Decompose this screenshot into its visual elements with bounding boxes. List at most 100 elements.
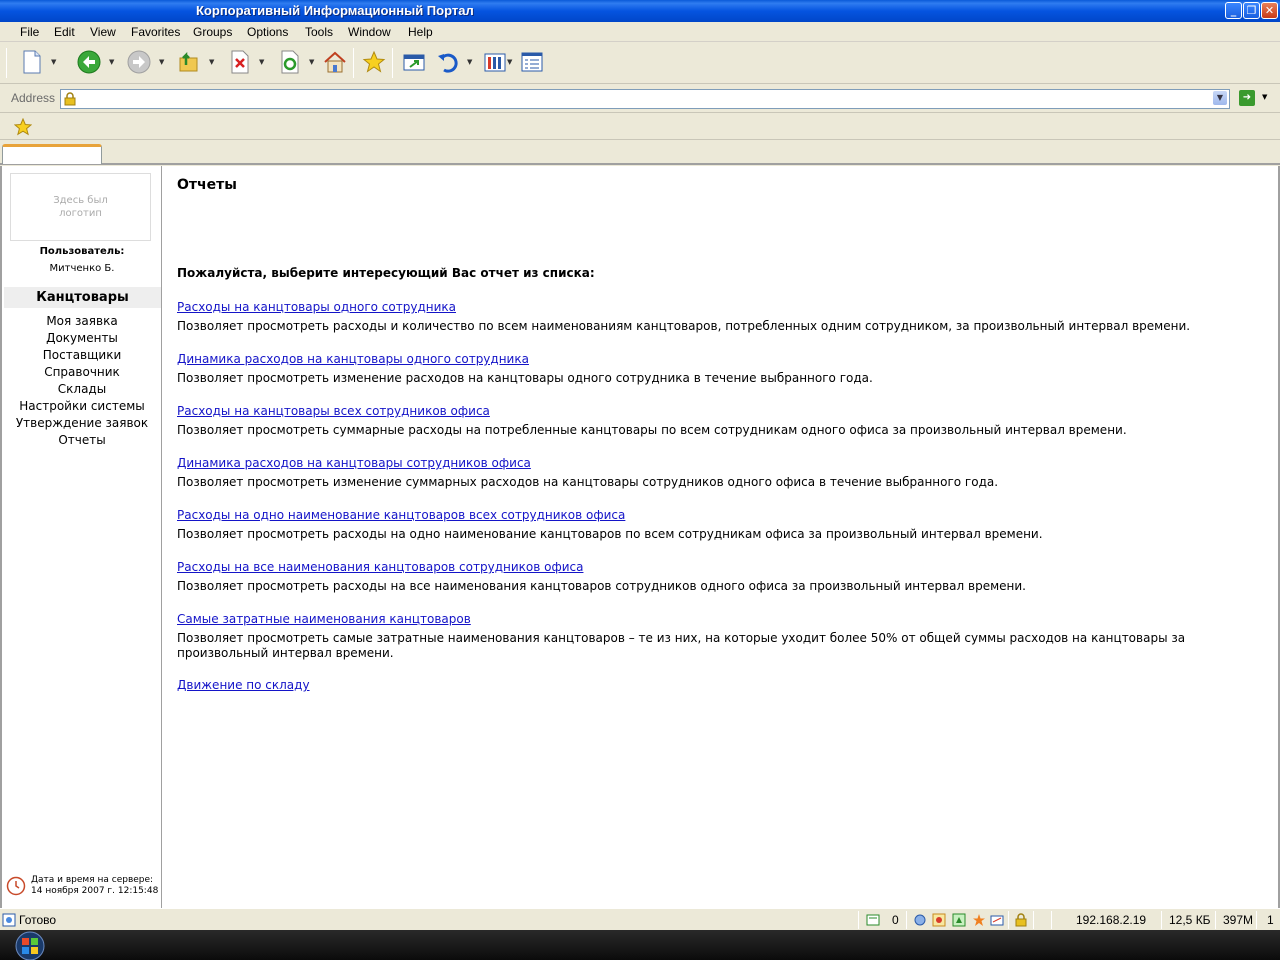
toolbar-separator: [353, 48, 354, 78]
back-arrow-icon: [77, 50, 101, 74]
menu-options[interactable]: Options: [247, 25, 288, 39]
refresh-icon: [281, 50, 299, 74]
page-icon: [2, 913, 16, 927]
page-size: 12,5 КБ: [1169, 913, 1211, 927]
report-link[interactable]: Динамика расходов на канцтовары одного с…: [177, 352, 529, 366]
report-link[interactable]: Расходы на одно наименование канцтоваров…: [177, 508, 625, 522]
report-description: Позволяет просмотреть самые затратные на…: [177, 631, 1186, 660]
report-link[interactable]: Расходы на канцтовары одного сотрудника: [177, 300, 456, 314]
undo-icon: [438, 53, 458, 73]
activex-toggle-icon[interactable]: [990, 913, 1004, 927]
menu-view[interactable]: View: [90, 25, 116, 39]
stop-button[interactable]: [226, 48, 254, 76]
status-separator: [906, 911, 907, 929]
tab-active[interactable]: [2, 144, 102, 164]
blocked-count: 0: [892, 913, 899, 927]
popup-blocker-icon[interactable]: [866, 913, 880, 927]
status-separator: [1215, 911, 1216, 929]
lock-icon: [64, 92, 76, 106]
menu-groups[interactable]: Groups: [193, 25, 232, 39]
nav-item-documents[interactable]: Документы: [2, 331, 162, 345]
star-icon: [362, 50, 386, 73]
toolbar: ▼ ▼ ▼ ▼ ▼ ▼ ▼ ▼: [0, 42, 1280, 84]
links-bar: [0, 114, 1280, 140]
report-description: Позволяет просмотреть расходы на все наи…: [177, 579, 1026, 593]
close-button[interactable]: ✕: [1261, 2, 1278, 19]
nav-item-warehouses[interactable]: Склады: [2, 382, 162, 396]
stop-dropdown[interactable]: ▼: [259, 58, 266, 66]
report-link[interactable]: Самые затратные наименования канцтоваров: [177, 612, 471, 626]
report-prompt: Пожалуйста, выберите интересующий Вас от…: [177, 266, 595, 280]
undo-close-button[interactable]: [434, 48, 462, 76]
sidebar: Здесь был логотип Пользователь: Митченко…: [2, 166, 162, 908]
tile-dropdown[interactable]: ▼: [507, 58, 514, 66]
page-title: Отчеты: [177, 177, 237, 193]
menu-favorites[interactable]: Favorites: [131, 25, 180, 39]
windows-logo-icon: [22, 938, 29, 945]
up-dropdown[interactable]: ▼: [209, 58, 216, 66]
back-dropdown[interactable]: ▼: [109, 58, 116, 66]
page-count: 1: [1267, 913, 1274, 927]
refresh-dropdown[interactable]: ▼: [309, 58, 316, 66]
status-separator: [1008, 911, 1009, 929]
status-text: Готово: [19, 913, 57, 927]
report-link[interactable]: Динамика расходов на канцтовары сотрудни…: [177, 456, 531, 470]
go-button[interactable]: ➜: [1239, 90, 1255, 106]
menu-help[interactable]: Help: [408, 25, 433, 39]
address-input[interactable]: [60, 89, 1230, 109]
tile-icon: [484, 53, 506, 72]
media-toggle-icon[interactable]: [952, 913, 966, 927]
forward-dropdown[interactable]: ▼: [159, 58, 166, 66]
tab-strip: [0, 141, 1280, 165]
nav-item-my-request[interactable]: Моя заявка: [2, 314, 162, 328]
restore-button[interactable]: ❐: [1243, 2, 1260, 19]
start-button[interactable]: [4, 930, 50, 960]
menu-window[interactable]: Window: [348, 25, 391, 39]
new-document-button[interactable]: [18, 48, 46, 76]
nav-item-suppliers[interactable]: Поставщики: [2, 348, 162, 362]
tile-windows-button[interactable]: [481, 48, 509, 76]
home-icon: [324, 51, 346, 73]
report-link[interactable]: Движение по складу: [177, 678, 310, 692]
report-description: Позволяет просмотреть суммарные расходы …: [177, 423, 1127, 437]
add-favorite-icon[interactable]: [14, 118, 32, 136]
up-button[interactable]: [175, 48, 203, 76]
refresh-button[interactable]: [276, 48, 304, 76]
memory-usage: 397M: [1223, 913, 1254, 927]
window-title: Корпоративный Информационный Портал: [196, 3, 474, 18]
network-icon[interactable]: [913, 913, 927, 927]
page-content: Здесь был логотип Пользователь: Митченко…: [0, 166, 1280, 908]
ip-address: 192.168.2.19: [1076, 913, 1147, 927]
menu-bar: File Edit View Favorites Groups Options …: [0, 22, 1280, 42]
status-separator: [1051, 911, 1052, 929]
title-bar: Корпоративный Информационный Портал _ ❐ …: [0, 0, 1280, 22]
menu-edit[interactable]: Edit: [54, 25, 75, 39]
menu-file[interactable]: File: [20, 25, 39, 39]
minimize-button[interactable]: _: [1225, 2, 1242, 19]
favorites-button[interactable]: [360, 48, 388, 76]
status-separator: [1033, 911, 1034, 929]
nav-item-approval[interactable]: Утверждение заявок: [2, 416, 162, 430]
new-dropdown[interactable]: ▼: [51, 58, 58, 66]
home-button[interactable]: [321, 48, 349, 76]
nav-item-reference[interactable]: Справочник: [2, 365, 162, 379]
taskbar: [0, 930, 1280, 960]
undo-dropdown[interactable]: ▼: [467, 58, 474, 66]
report-description: Позволяет просмотреть изменение расходов…: [177, 371, 873, 385]
status-bar: Готово 0 192.168.2.19 12,5 КБ 397M 1: [0, 908, 1280, 930]
forward-button[interactable]: [125, 48, 153, 76]
address-dropdown-button[interactable]: ▼: [1213, 91, 1227, 105]
list-view-button[interactable]: [518, 48, 546, 76]
image-toggle-icon[interactable]: [932, 913, 946, 927]
report-description: Позволяет просмотреть расходы на одно на…: [177, 527, 1043, 541]
go-dropdown[interactable]: ▼: [1262, 93, 1267, 101]
menu-tools[interactable]: Tools: [305, 25, 333, 39]
open-window-button[interactable]: [400, 48, 428, 76]
window-arrow-icon: [403, 54, 425, 71]
report-link[interactable]: Расходы на все наименования канцтоваров …: [177, 560, 583, 574]
back-button[interactable]: [75, 48, 103, 76]
nav-item-reports[interactable]: Отчеты: [2, 433, 162, 447]
script-toggle-icon[interactable]: [972, 913, 986, 927]
report-link[interactable]: Расходы на канцтовары всех сотрудников о…: [177, 404, 490, 418]
nav-item-settings[interactable]: Настройки системы: [2, 399, 162, 413]
